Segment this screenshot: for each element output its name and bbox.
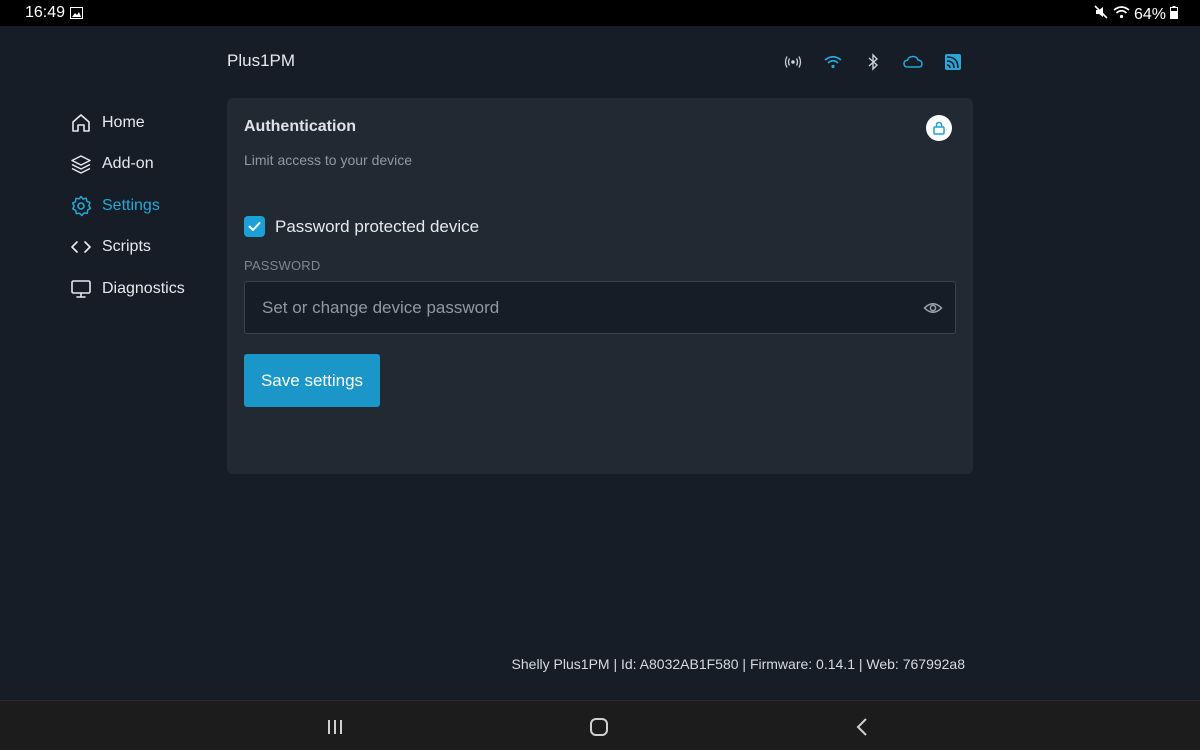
monitor-icon xyxy=(70,278,92,300)
battery-icon xyxy=(1170,5,1178,24)
recents-icon[interactable] xyxy=(323,715,347,739)
gallery-icon xyxy=(70,6,83,24)
password-protected-row[interactable]: Password protected device xyxy=(244,216,479,237)
sidebar-item-label: Diagnostics xyxy=(102,279,185,297)
device-title: Plus1PM xyxy=(227,51,296,70)
save-settings-button[interactable]: Save settings xyxy=(244,354,380,407)
android-nav-bar xyxy=(0,700,1200,750)
lock-icon xyxy=(926,115,952,141)
password-protected-label[interactable]: Password protected device xyxy=(275,217,479,237)
battery-label: 64% xyxy=(1133,5,1166,23)
sidebar-item-label: Home xyxy=(102,113,145,131)
sidebar-item-addon[interactable]: Add-on xyxy=(70,144,185,186)
card-subtitle: Limit access to your device xyxy=(244,152,413,168)
sidebar-item-scripts[interactable]: Scripts xyxy=(70,227,185,269)
sidebar-nav: Home Add-on Settings Scripts Diagnostics xyxy=(70,102,185,310)
cloud-icon[interactable] xyxy=(903,52,923,72)
gear-icon xyxy=(70,195,92,217)
password-field-label: PASSWORD xyxy=(244,258,321,273)
sidebar-item-label: Scripts xyxy=(102,238,151,256)
sidebar-item-diagnostics[interactable]: Diagnostics xyxy=(70,268,185,310)
layers-icon xyxy=(70,153,92,175)
status-bar: 16:49 64% xyxy=(0,0,1200,26)
show-password-eye-icon[interactable] xyxy=(923,298,943,318)
device-info-footer: Shelly Plus1PM | Id: A8032AB1F580 | Firm… xyxy=(511,656,965,672)
password-protected-checkbox[interactable] xyxy=(244,216,265,237)
mqtt-icon[interactable] xyxy=(943,52,963,72)
sidebar-item-settings[interactable]: Settings xyxy=(70,185,185,227)
home-circle-icon[interactable] xyxy=(587,715,611,739)
password-input[interactable] xyxy=(245,282,915,333)
wifi-icon xyxy=(1113,5,1130,24)
sidebar-item-label: Settings xyxy=(102,196,160,214)
code-icon xyxy=(70,236,92,258)
card-title: Authentication xyxy=(244,118,356,135)
ap-icon[interactable] xyxy=(783,52,803,72)
mute-icon xyxy=(1093,4,1109,25)
authentication-card: Authentication Limit access to your devi… xyxy=(227,98,973,474)
status-right: 64% xyxy=(1093,4,1178,25)
bluetooth-icon[interactable] xyxy=(863,52,883,72)
home-icon xyxy=(70,112,92,134)
status-time: 16:49 xyxy=(25,4,66,21)
sidebar-item-home[interactable]: Home xyxy=(70,102,185,144)
back-icon[interactable] xyxy=(850,715,874,739)
wifi-icon[interactable] xyxy=(823,52,843,72)
password-field-container xyxy=(244,281,956,334)
sidebar-item-label: Add-on xyxy=(102,155,154,173)
device-status-icons xyxy=(783,52,963,72)
